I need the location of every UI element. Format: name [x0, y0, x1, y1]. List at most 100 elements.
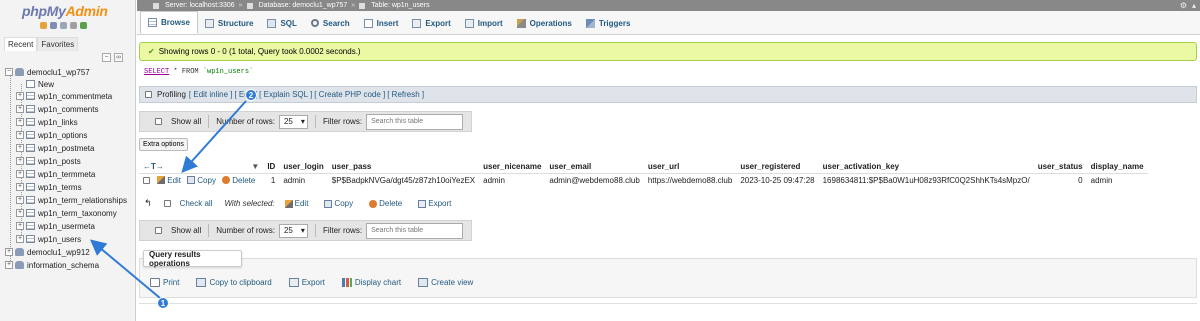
sidebar-item-table[interactable]: + wp1n_options — [16, 129, 87, 141]
expand-icon[interactable]: + — [16, 183, 24, 191]
sidebar-item-table[interactable]: + wp1n_term_taxonomy — [16, 207, 117, 219]
expand-icon[interactable]: + — [16, 157, 24, 165]
tab-operations[interactable]: Operations — [510, 12, 579, 34]
row-delete-button[interactable]: Delete — [222, 176, 255, 185]
sidebar-item-table[interactable]: + wp1n_users — [16, 233, 81, 245]
cell-display-name[interactable]: admin — [1086, 172, 1148, 188]
breadcrumb-server[interactable]: Server: localhost:3306 — [165, 2, 235, 9]
expand-icon[interactable]: + — [16, 144, 24, 152]
tree-item-new[interactable]: New — [26, 78, 54, 90]
show-all-checkbox[interactable] — [155, 118, 162, 125]
sql-keyword-select[interactable]: SELECT — [144, 68, 169, 76]
cell-user-nicename[interactable]: admin — [479, 172, 546, 188]
row-copy-button[interactable]: Copy — [187, 176, 216, 185]
tab-import[interactable]: Import — [458, 12, 510, 34]
sidebar-item-table[interactable]: + wp1n_posts — [16, 155, 81, 167]
cell-user-status[interactable]: 0 — [1033, 172, 1087, 188]
tab-insert[interactable]: Insert — [357, 12, 406, 34]
column-header-id[interactable]: ID — [263, 160, 280, 173]
column-header-user-activation-key[interactable]: user_activation_key — [818, 160, 1034, 173]
create-php-code-link[interactable]: [ Create PHP code ] — [314, 90, 385, 99]
export-button[interactable]: Export — [288, 278, 325, 287]
print-button[interactable]: Print — [150, 278, 179, 287]
cell-user-login[interactable]: admin — [279, 172, 328, 188]
expand-icon[interactable]: + — [16, 196, 24, 204]
column-header-user-login[interactable]: user_login — [279, 160, 328, 173]
collapse-menu-icon[interactable]: ▴ — [1192, 1, 1196, 10]
column-header-user-registered[interactable]: user_registered — [736, 160, 819, 173]
show-all-checkbox[interactable] — [155, 227, 162, 234]
column-nav-arrows-icon[interactable]: ←T→ — [143, 162, 164, 171]
expand-icon[interactable]: + — [16, 131, 24, 139]
refresh-link[interactable]: [ Refresh ] — [387, 90, 424, 99]
cell-user-email[interactable]: admin@webdemo88.club — [545, 172, 644, 188]
bulk-edit-button[interactable]: Edit — [284, 199, 308, 208]
sidebar-item-table[interactable]: + wp1n_termmeta — [16, 168, 95, 180]
column-header-display-name[interactable]: display_name — [1086, 160, 1148, 173]
copy-to-clipboard-button[interactable]: Copy to clipboard — [196, 278, 272, 287]
expand-icon[interactable]: + — [5, 261, 13, 269]
tab-structure[interactable]: Structure — [198, 12, 261, 34]
cell-user-url[interactable]: https://webdemo88.club — [643, 172, 737, 188]
sidebar-item-table[interactable]: + wp1n_comments — [16, 103, 98, 115]
bulk-export-button[interactable]: Export — [418, 199, 451, 208]
cell-user-pass[interactable]: $P$BadpkNVGa/dgt45/z87zh10oiYezEX — [327, 172, 480, 188]
sidebar-item-table[interactable]: + wp1n_term_relationships — [16, 194, 127, 206]
row-checkbox[interactable] — [143, 177, 150, 184]
create-view-button[interactable]: Create view — [418, 278, 473, 287]
filter-rows-input[interactable]: Search this table — [366, 222, 464, 239]
column-header-user-status[interactable]: user_status — [1033, 160, 1087, 173]
cell-id[interactable]: 1 — [263, 172, 280, 188]
check-all-checkbox[interactable] — [163, 200, 171, 207]
reload-icon[interactable] — [80, 22, 87, 29]
sort-icon[interactable]: ▼ — [251, 162, 259, 171]
explain-sql-link[interactable]: [ Explain SQL ] — [259, 90, 312, 99]
extra-options-button[interactable]: Extra options — [139, 138, 188, 151]
profiling-checkbox[interactable] — [145, 91, 152, 98]
sidebar-item-table[interactable]: + wp1n_usermeta — [16, 220, 95, 232]
phpmyadmin-logo[interactable]: phpMyAdmin — [22, 3, 108, 19]
db-item-democlu1-wp757[interactable]: − democlu1_wp757 — [5, 66, 90, 78]
row-edit-button[interactable]: Edit — [157, 176, 181, 185]
tab-sql[interactable]: SQL — [260, 12, 303, 34]
tab-export[interactable]: Export — [405, 12, 457, 34]
sidebar-item-table[interactable]: + wp1n_links — [16, 116, 78, 128]
edit-inline-link[interactable]: [ Edit inline ] — [189, 90, 233, 99]
column-header-user-nicename[interactable]: user_nicename — [479, 160, 546, 173]
db-item-information-schema[interactable]: + information_schema — [5, 259, 99, 271]
expand-icon[interactable]: + — [16, 92, 24, 100]
expand-icon[interactable]: + — [16, 105, 24, 113]
collapse-icon[interactable]: − — [5, 68, 13, 76]
column-header-user-url[interactable]: user_url — [643, 160, 737, 173]
home-icon[interactable] — [40, 22, 47, 29]
column-header-user-pass[interactable]: user_pass — [327, 160, 480, 173]
bulk-delete-button[interactable]: Delete — [369, 199, 402, 208]
sidebar-item-table[interactable]: + wp1n_postmeta — [16, 142, 94, 154]
tab-search[interactable]: Search — [304, 12, 357, 34]
column-header-user-email[interactable]: user_email — [545, 160, 644, 173]
tab-browse[interactable]: Browse — [140, 11, 198, 34]
tab-triggers[interactable]: Triggers — [579, 12, 638, 34]
logout-icon[interactable] — [50, 22, 57, 29]
sidebar-item-table[interactable]: + wp1n_commentmeta — [16, 90, 112, 102]
sidebar-item-table[interactable]: + wp1n_terms — [16, 181, 82, 193]
bulk-copy-button[interactable]: Copy — [324, 199, 353, 208]
expand-icon[interactable]: + — [16, 170, 24, 178]
cell-user-activation-key[interactable]: 1698634811:$P$Ba0W1uH08z93RfC0Q2ShhKTs4s… — [818, 172, 1034, 188]
nav-tab-favorites[interactable]: Favorites — [37, 37, 79, 51]
expand-icon[interactable]: + — [16, 209, 24, 217]
db-item-democlu1-wp912[interactable]: + democlu1_wp912 — [5, 246, 90, 258]
display-chart-button[interactable]: Display chart — [341, 278, 401, 287]
rows-select[interactable]: 25 ▾ — [278, 223, 308, 238]
rows-select[interactable]: 25 ▾ — [278, 114, 308, 129]
filter-rows-input[interactable]: Search this table — [366, 113, 464, 130]
settings-gear-icon[interactable]: ⚙ — [1180, 1, 1187, 10]
nav-tab-recent[interactable]: Recent — [4, 37, 38, 51]
expand-icon[interactable]: + — [16, 222, 24, 230]
docs-icon[interactable] — [60, 22, 67, 29]
breadcrumb-table[interactable]: Table: wp1n_users — [371, 2, 429, 9]
expand-icon[interactable]: + — [16, 118, 24, 126]
link-with-main-icon[interactable]: ∞ — [114, 53, 123, 62]
collapse-all-icon[interactable]: − — [102, 53, 111, 62]
cell-user-registered[interactable]: 2023-10-25 09:47:28 — [736, 172, 819, 188]
